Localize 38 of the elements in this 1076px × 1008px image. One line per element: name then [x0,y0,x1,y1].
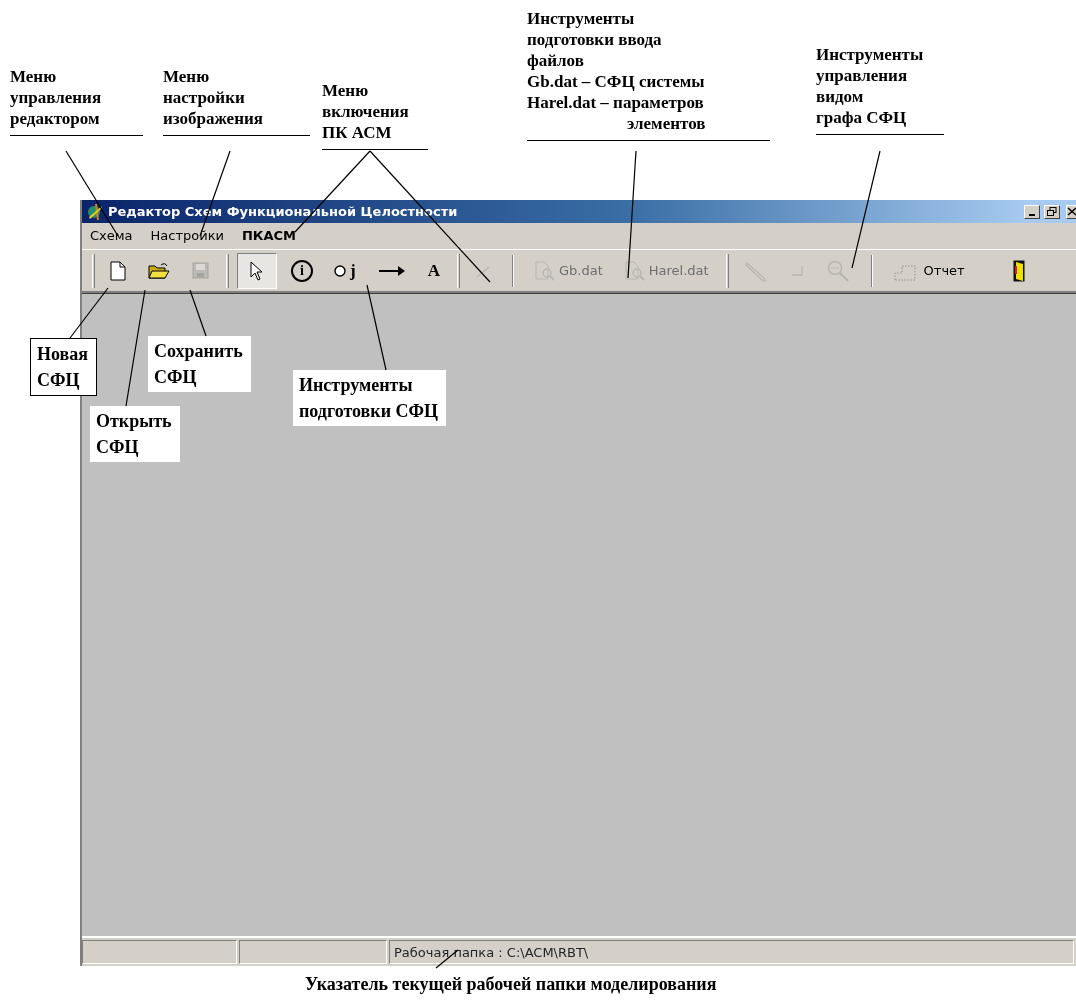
menu-item[interactable]: Схема [88,226,135,246]
pointer-icon [250,260,264,281]
exit-door-icon [1012,259,1025,282]
caption-text: Указатель текущей рабочей папки моделирования [305,974,717,995]
callout-label: Инструменты подготовки СФЦ [293,370,447,426]
node-circle-icon [334,264,346,277]
node-tool-button[interactable]: j [327,252,363,289]
zoom-icon [825,258,850,283]
minimize-button[interactable] [1024,204,1040,219]
new-file-icon [110,260,126,281]
annotation-label: Меню управления редактором [10,66,143,136]
info-button[interactable]: i [291,259,313,282]
annotation-label: Меню настройки изображения [163,66,310,136]
text-tool-button[interactable]: A [420,252,447,289]
annotation-label: Меню включения ПК АСМ [322,80,428,150]
annotation-label: Инструменты управления видом графа СФЦ [816,44,944,135]
callout-label: Открыть СФЦ [90,406,180,462]
callout-label: Новая СФЦ [30,338,97,396]
close-button[interactable] [1066,204,1076,219]
file-search-icon [534,260,555,281]
corner-icon [789,264,804,277]
callout-label: Сохранить СФЦ [148,336,251,392]
restore-icon [1047,207,1057,216]
menu-item[interactable]: Настройки [148,226,226,246]
folder-icon [148,261,170,280]
file-search-icon [624,260,645,281]
status-text: Рабочая папка : C:\ACM\RBT\ [389,940,1074,964]
report-button[interactable]: Отчет [886,252,972,289]
restore-button[interactable] [1044,204,1060,219]
app-logo-icon [86,202,104,221]
menu-item[interactable]: ПКАСМ [239,226,298,246]
pointer-tool-button[interactable] [237,252,277,289]
annotation-label: Инструменты подготовки ввода файлов Gb.dat – СФЦ системы Harel.dat – параметров элементов [527,8,770,141]
minimize-icon [1029,213,1035,216]
leader-line [69,287,109,339]
leader-line [189,289,207,337]
close-icon [1067,207,1076,216]
arrow-icon [377,263,406,278]
